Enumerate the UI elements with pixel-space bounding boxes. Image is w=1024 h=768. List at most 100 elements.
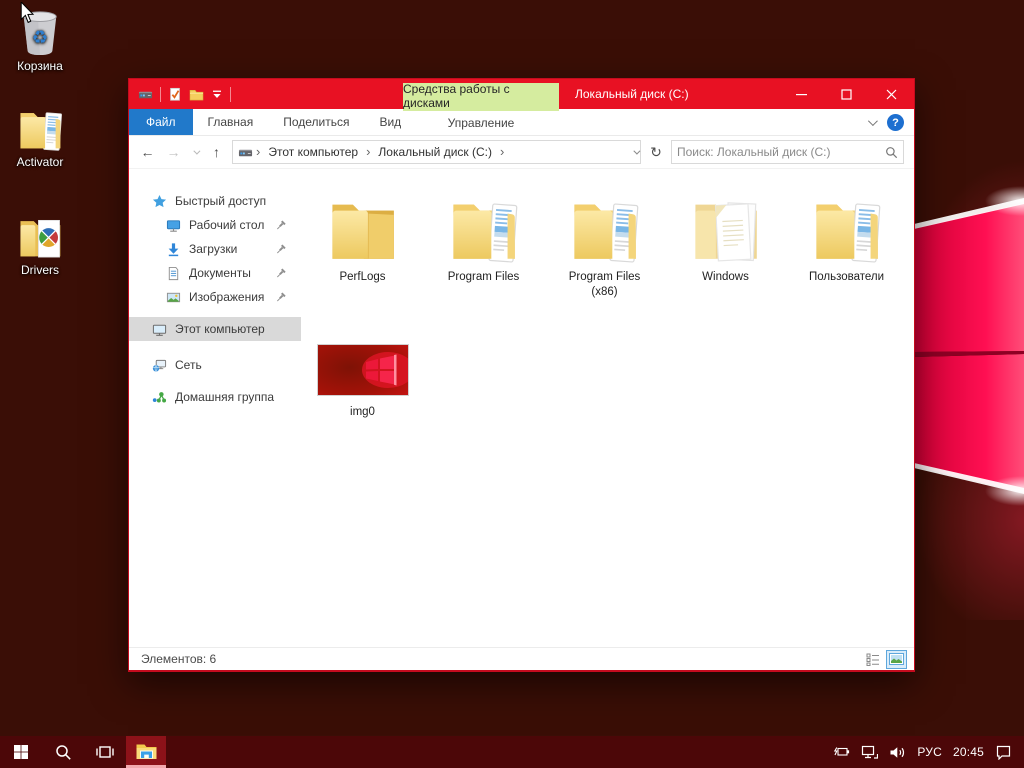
file-tile-program-files[interactable]: Program Files: [423, 182, 544, 317]
volume-icon[interactable]: [889, 745, 906, 760]
window-controls: [779, 79, 914, 109]
tab-home[interactable]: Главная: [193, 109, 269, 135]
file-tile-users[interactable]: Пользователи: [786, 182, 907, 317]
toolbar-separator: [160, 86, 161, 102]
ribbon-tab-row: Файл Главная Поделиться Вид Управление ?: [129, 109, 914, 136]
search-icon: [886, 146, 898, 158]
toolbar-dropdown-icon[interactable]: [211, 89, 223, 100]
downloads-icon: [168, 242, 179, 256]
sidebar-item-label: Загрузки: [189, 242, 238, 256]
sidebar-item-label: Рабочий стол: [189, 218, 265, 232]
search-icon: [55, 744, 71, 760]
language-indicator[interactable]: РУС: [917, 745, 942, 759]
battery-icon[interactable]: [832, 745, 850, 759]
minimize-icon: [796, 93, 807, 95]
desktop-icon-recycle-bin[interactable]: Корзина: [1, 7, 79, 73]
sidebar-item-quick-access[interactable]: Быстрый доступ: [129, 189, 301, 213]
file-label: PerfLogs: [339, 271, 386, 283]
sidebar-item-documents[interactable]: Документы: [129, 261, 301, 285]
file-tile-windows[interactable]: Windows: [665, 182, 786, 317]
this-pc-icon: [152, 324, 167, 336]
desktop: Корзина Activator Drivers Средства работ…: [0, 0, 1024, 768]
breadcrumb-item-this-pc[interactable]: Этот компьютер: [263, 145, 363, 159]
file-label: Program Files: [447, 271, 520, 283]
up-button[interactable]: ↑: [206, 145, 227, 159]
maximize-button[interactable]: [824, 79, 869, 109]
sidebar-item-downloads[interactable]: Загрузки: [129, 237, 301, 261]
this-pc-icon[interactable]: [138, 87, 153, 102]
forward-button[interactable]: →: [163, 145, 184, 159]
taskbar-search-button[interactable]: [42, 736, 84, 768]
network-icon: [152, 359, 167, 372]
new-folder-icon[interactable]: [189, 88, 204, 101]
folder-icon: [445, 189, 522, 266]
breadcrumb-separator-icon: ›: [256, 143, 261, 159]
task-view-button[interactable]: [84, 736, 126, 768]
breadcrumb-separator-icon: ›: [366, 143, 371, 159]
taskbar-file-explorer-button[interactable]: [126, 736, 166, 768]
file-label: Program Files (x86): [568, 271, 641, 299]
sidebar-item-label: Сеть: [175, 358, 202, 372]
contextual-tab-group: Средства работы с дисками: [403, 82, 559, 110]
file-label: Windows: [702, 271, 749, 283]
sidebar-item-label: Этот компьютер: [175, 322, 265, 336]
pin-icon: [275, 292, 286, 303]
status-bar: Элементов: 6: [129, 647, 914, 670]
file-label: Пользователи: [808, 271, 885, 283]
sidebar-item-label: Быстрый доступ: [175, 194, 267, 208]
pin-icon: [275, 244, 286, 255]
folder-icon: [566, 189, 643, 266]
large-icons-view-button[interactable]: [886, 649, 907, 669]
folder-icon: [808, 189, 885, 266]
file-tile-perflogs[interactable]: PerfLogs: [302, 182, 423, 317]
desktop-icon-label: Drivers: [21, 263, 59, 277]
search-input[interactable]: [677, 145, 885, 159]
recent-locations-chevron-icon[interactable]: [189, 147, 201, 155]
folder-icon: [15, 103, 65, 153]
breadcrumb[interactable]: › Этот компьютер › Локальный диск (C:) ›: [232, 140, 641, 164]
view-toggles: [862, 649, 912, 669]
image-thumbnail: [317, 345, 408, 395]
tab-manage[interactable]: Управление: [403, 109, 559, 136]
action-center-icon[interactable]: [995, 744, 1012, 760]
close-button[interactable]: [869, 79, 914, 109]
sidebar-item-pictures[interactable]: Изображения: [129, 285, 301, 309]
folder-icon: [687, 189, 764, 266]
tab-share[interactable]: Поделиться: [268, 109, 364, 135]
details-view-button[interactable]: [862, 650, 883, 669]
maximize-icon: [841, 88, 852, 100]
help-icon[interactable]: ?: [887, 114, 904, 131]
clock[interactable]: 20:45: [953, 745, 984, 759]
sidebar-item-network[interactable]: Сеть: [129, 353, 301, 377]
search-box[interactable]: [671, 140, 904, 164]
desktop-icon-activator[interactable]: Activator: [1, 103, 79, 169]
file-explorer-icon: [136, 744, 156, 759]
desktop-icon-label: Activator: [16, 155, 64, 169]
start-button[interactable]: [0, 736, 42, 768]
refresh-icon[interactable]: ↻: [646, 144, 666, 161]
file-tile-img0[interactable]: img0: [302, 317, 423, 452]
taskbar: РУС 20:45: [0, 736, 1024, 768]
breadcrumb-separator-icon: ›: [499, 143, 505, 159]
desktop-icon-drivers[interactable]: Drivers: [1, 211, 79, 277]
windows-logo-icon: [14, 745, 28, 759]
file-list: PerfLogs Program Files Program Files (x8…: [301, 169, 914, 647]
navigation-pane: Быстрый доступ Рабочий стол Загрузки Док…: [129, 169, 301, 647]
minimize-button[interactable]: [779, 79, 824, 109]
network-icon[interactable]: [861, 745, 879, 760]
sidebar-item-homegroup[interactable]: Домашняя группа: [129, 385, 301, 409]
file-label: img0: [350, 406, 375, 418]
properties-icon[interactable]: [168, 87, 182, 102]
back-button[interactable]: ←: [137, 145, 158, 159]
breadcrumb-item-local-disk-c[interactable]: Локальный диск (C:): [373, 145, 497, 159]
homegroup-icon: [152, 391, 167, 402]
pictures-icon: [166, 292, 181, 302]
address-dropdown-chevron-icon[interactable]: [633, 147, 641, 155]
expand-ribbon-chevron-icon[interactable]: [867, 116, 878, 127]
file-tile-program-files-x86[interactable]: Program Files (x86): [544, 182, 665, 317]
sidebar-item-desktop[interactable]: Рабочий стол: [129, 213, 301, 237]
sidebar-item-this-pc[interactable]: Этот компьютер: [129, 317, 301, 341]
task-view-icon: [96, 746, 114, 758]
tab-file[interactable]: Файл: [129, 109, 193, 135]
title-bar[interactable]: Средства работы с дисками Локальный диск…: [129, 79, 914, 110]
